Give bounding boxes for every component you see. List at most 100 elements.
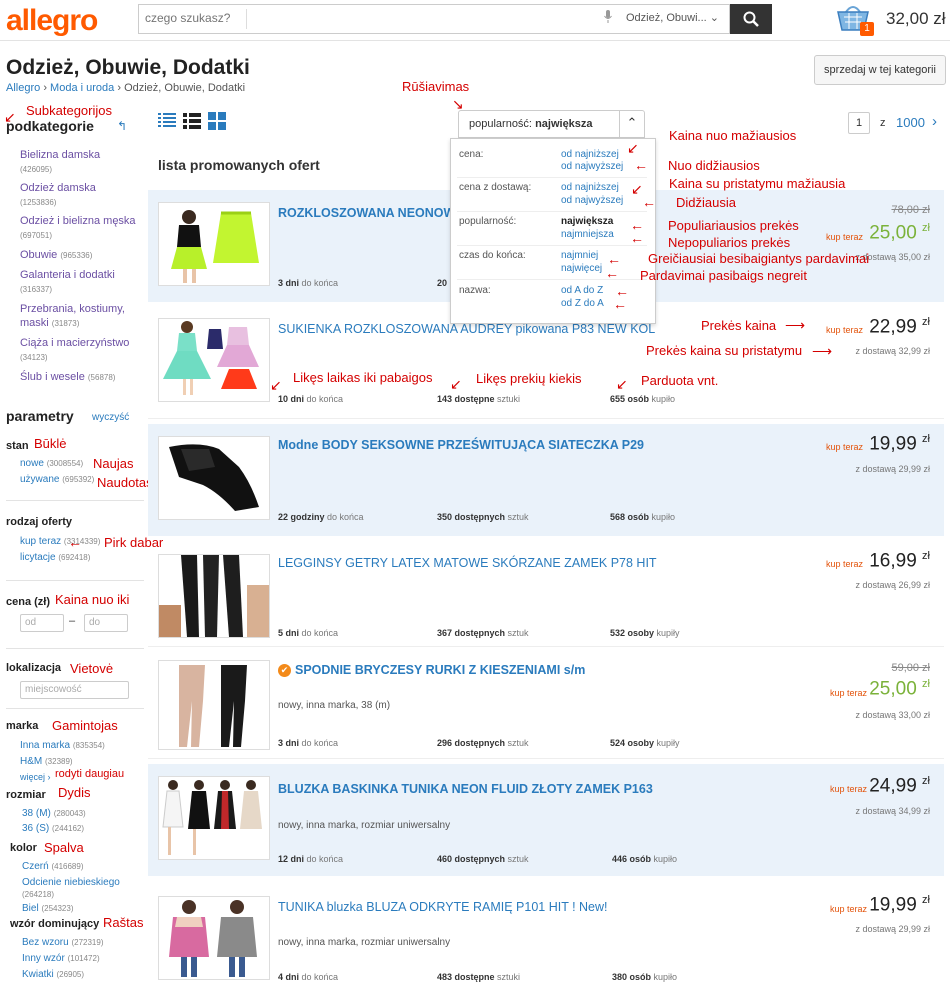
subcategory-link[interactable]: Obuwie (965336) bbox=[20, 248, 140, 263]
offer-time-value: 22 godziny bbox=[278, 512, 325, 522]
sort-option[interactable]: od najniższej bbox=[561, 149, 619, 160]
cart-total[interactable]: 32,00 zł bbox=[886, 9, 946, 29]
sort-option[interactable]: najwięcej bbox=[561, 263, 602, 274]
subcategory-link[interactable]: Ciąża i macierzyństwo (34123) bbox=[20, 336, 140, 365]
divider bbox=[457, 211, 647, 212]
offer-stock-value: 20 bbox=[437, 278, 448, 288]
filter-color-item[interactable]: Czerń (416689) bbox=[22, 861, 147, 873]
annotation-used: Naudotas bbox=[97, 475, 153, 490]
breadcrumb-allegro[interactable]: Allegro bbox=[6, 82, 40, 94]
filter-count: (416689) bbox=[51, 862, 84, 871]
subcategory-link[interactable]: Ślub i wesele (56878) bbox=[20, 370, 140, 385]
offer-title[interactable]: ROZKLOSZOWANA NEONOW bbox=[278, 206, 455, 220]
subcategory-link[interactable]: Odzież i bielizna męska (697051) bbox=[20, 214, 140, 243]
subcategories-title: podkategorie bbox=[6, 118, 94, 134]
offer-row[interactable]: BLUZKA BASKINKA TUNIKA NEON FLUID ZŁOTY … bbox=[148, 764, 944, 876]
offer-stock-suffix: sztuk bbox=[507, 854, 529, 864]
sort-option[interactable]: od najniższej bbox=[561, 182, 619, 193]
offer-time-suffix: do końca bbox=[301, 738, 339, 748]
offer-image[interactable] bbox=[158, 554, 270, 638]
sort-option[interactable]: od A do Z bbox=[561, 285, 603, 296]
sort-option[interactable]: od najwyższej bbox=[561, 195, 623, 206]
microphone-icon[interactable] bbox=[604, 10, 612, 26]
subcategory-link[interactable]: Przebrania, kostiumy, maski (31873) bbox=[20, 302, 140, 331]
offer-price-currency: zł bbox=[922, 678, 930, 690]
subcategory-link[interactable]: Bielizna damska (426095) bbox=[20, 148, 140, 177]
annotation-ending-soon: Greičiausiai besibaigiantys pardavimai bbox=[648, 251, 870, 266]
offer-row[interactable]: LEGGINSY GETRY LATEX MATOWE SKÓRZANE ZAM… bbox=[148, 542, 944, 647]
offer-row[interactable]: Modne BODY SEKSOWNE PRZEŚWITUJĄCA SIATEC… bbox=[148, 424, 944, 536]
filter-color-item[interactable]: Biel (254323) bbox=[22, 903, 147, 915]
offer-image[interactable] bbox=[158, 896, 270, 980]
subcategory-count: (34123) bbox=[20, 353, 48, 362]
divider bbox=[6, 708, 144, 709]
filter-pattern-item[interactable]: Bez wzoru (272319) bbox=[22, 937, 147, 949]
parameters-title: parametry bbox=[6, 408, 74, 424]
sort-select[interactable]: popularność: największa ⌃ bbox=[458, 110, 645, 138]
annotation-arrow: ← bbox=[607, 251, 621, 267]
category-select[interactable]: Odzież, Obuwi... ⌄ bbox=[626, 11, 719, 24]
offer-title[interactable]: Modne BODY SEKSOWNE PRZEŚWITUJĄCA SIATEC… bbox=[278, 438, 644, 452]
brand-more-link[interactable]: więcej › bbox=[20, 772, 51, 782]
offer-image[interactable] bbox=[158, 776, 270, 860]
sell-in-category-button[interactable]: sprzedaj w tej kategorii bbox=[814, 55, 946, 85]
price-to-input[interactable]: do bbox=[84, 614, 128, 632]
subcategory-link[interactable]: Galanteria i dodatki (316337) bbox=[20, 268, 140, 297]
price-from-input[interactable]: od bbox=[20, 614, 64, 632]
collapse-arrow-icon[interactable]: ↰ bbox=[117, 119, 127, 133]
filter-brand-item[interactable]: H&M (32389) bbox=[20, 756, 145, 768]
offer-price-value: 22,99 bbox=[869, 316, 917, 338]
filter-pattern-item[interactable]: Kwiatki (26905) bbox=[22, 969, 147, 981]
offer-price-currency: zł bbox=[922, 775, 930, 787]
sort-option[interactable]: najmniej bbox=[561, 250, 598, 261]
offer-title[interactable]: LEGGINSY GETRY LATEX MATOWE SKÓRZANE ZAM… bbox=[278, 556, 657, 570]
sort-option-selected[interactable]: największa bbox=[561, 216, 613, 227]
offer-row[interactable]: TUNIKA bluzka BLUZA ODKRYTE RAMIĘ P101 H… bbox=[148, 884, 944, 994]
list-view-icon[interactable] bbox=[158, 112, 176, 130]
filter-pattern-item[interactable]: Inny wzór (101472) bbox=[22, 953, 147, 965]
allegro-logo[interactable]: allegro bbox=[6, 4, 98, 38]
annotation-new: Naujas bbox=[93, 456, 134, 471]
breadcrumb-moda-i-uroda[interactable]: Moda i uroda bbox=[50, 82, 114, 94]
filter-auctions[interactable]: licytacje (692418) bbox=[20, 552, 145, 564]
filter-brand-item[interactable]: Inna marka (835354) bbox=[20, 740, 145, 752]
buy-now-label: kup teraz bbox=[830, 784, 868, 794]
sort-option[interactable]: od najwyższej bbox=[561, 161, 623, 172]
sort-option[interactable]: najmniejsza bbox=[561, 229, 614, 240]
location-input[interactable]: miejscowość bbox=[20, 681, 129, 699]
offer-image[interactable] bbox=[158, 660, 270, 750]
offer-image[interactable] bbox=[158, 202, 270, 286]
compact-list-view-icon[interactable] bbox=[183, 112, 201, 130]
last-page-link[interactable]: 1000 bbox=[896, 115, 925, 130]
filter-color-item[interactable]: Odcienie niebieskiego (264218) bbox=[22, 877, 147, 901]
offer-time-suffix: do końca bbox=[301, 278, 339, 288]
grid-view-icon[interactable] bbox=[208, 112, 226, 130]
offer-title[interactable]: BLUZKA BASKINKA TUNIKA NEON FLUID ZŁOTY … bbox=[278, 782, 653, 796]
offer-sold-suffix: kupiło bbox=[651, 394, 676, 404]
filter-size-item[interactable]: 36 (S) (244162) bbox=[22, 823, 147, 835]
clear-filters-link[interactable]: wyczyść bbox=[92, 412, 129, 423]
offer-title[interactable]: SUKIENKA ROZKLOSZOWANA AUDREY pikowana P… bbox=[278, 322, 655, 336]
offer-price-currency: zł bbox=[922, 222, 930, 234]
subcategory-link[interactable]: Odzież damska (1253836) bbox=[20, 181, 140, 210]
sort-option[interactable]: od Z do A bbox=[561, 298, 604, 309]
search-input[interactable] bbox=[143, 10, 247, 26]
offer-image[interactable] bbox=[158, 318, 270, 402]
page-number-input[interactable]: 1 bbox=[848, 112, 870, 134]
offer-sold-count: 524 osoby kupiły bbox=[610, 738, 680, 748]
offer-image[interactable] bbox=[158, 436, 270, 520]
annotation-arrow: ← bbox=[634, 157, 648, 173]
annotation-sold-units: Parduota vnt. bbox=[641, 373, 719, 388]
next-page-icon[interactable]: › bbox=[932, 113, 937, 130]
offer-time-left: 5 dni do końca bbox=[278, 628, 338, 638]
annotation-item-price: Prekės kaina bbox=[701, 318, 777, 333]
offer-stock-value: 350 dostępnych bbox=[437, 512, 506, 522]
offer-row[interactable]: ✔ SPODNIE BRYCZESY RURKI Z KIESZENIAMI s… bbox=[148, 652, 944, 759]
search-button[interactable] bbox=[730, 4, 772, 34]
price-range-dash: – bbox=[69, 615, 76, 627]
offer-title[interactable]: SPODNIE BRYCZESY RURKI Z KIESZENIAMI s/m bbox=[295, 663, 585, 677]
offer-stock-value: 296 dostępnych bbox=[437, 738, 506, 748]
chevron-right-icon: › bbox=[47, 772, 51, 782]
offer-title[interactable]: TUNIKA bluzka BLUZA ODKRYTE RAMIĘ P101 H… bbox=[278, 900, 608, 914]
filter-size-item[interactable]: 38 (M) (280043) bbox=[22, 808, 147, 820]
